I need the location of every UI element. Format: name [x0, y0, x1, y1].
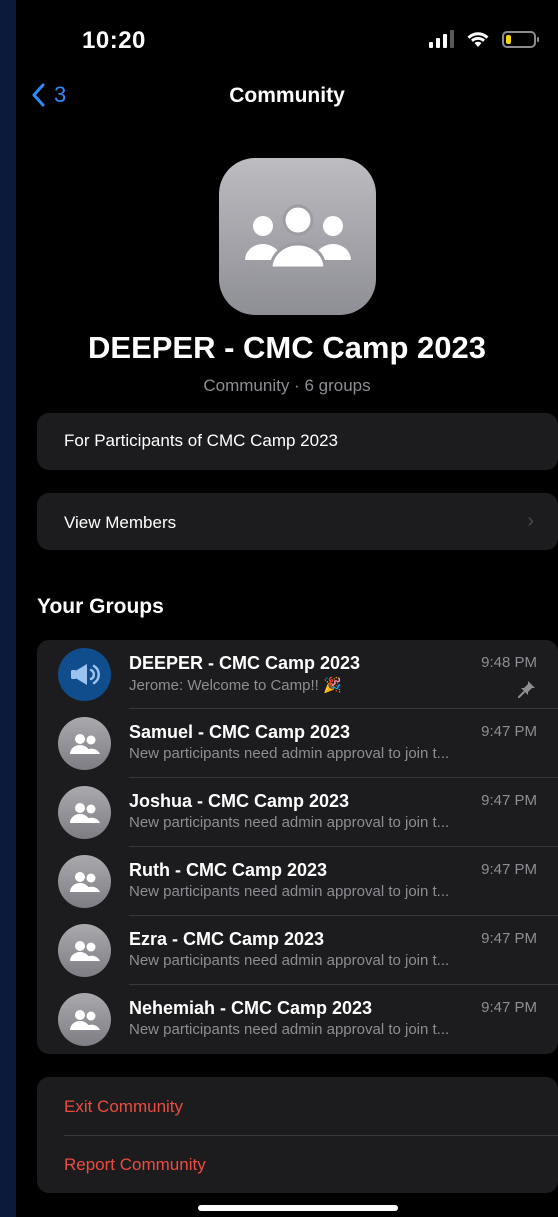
group-icon — [69, 733, 100, 754]
group-avatar — [58, 855, 111, 908]
group-row[interactable]: DEEPER - CMC Camp 2023 Jerome: Welcome t… — [37, 640, 558, 709]
group-name: Samuel - CMC Camp 2023 — [129, 722, 351, 742]
group-time: 9:47 PM — [481, 930, 537, 947]
group-name: Joshua - CMC Camp 2023 — [129, 791, 350, 811]
group-row[interactable]: Nehemiah - CMC Camp 2023 New participant… — [37, 985, 558, 1054]
group-icon — [69, 940, 100, 961]
community-avatar[interactable] — [219, 158, 376, 315]
group-last-message: New participants need admin approval to … — [129, 952, 450, 969]
status-bar: 10:20 — [16, 0, 558, 80]
community-description-card[interactable]: For Participants of CMC Camp 2023 — [37, 413, 558, 470]
page-title: Community — [229, 84, 345, 107]
group-icon — [69, 802, 100, 823]
group-name: Nehemiah - CMC Camp 2023 — [129, 998, 373, 1018]
group-last-message: New participants need admin approval to … — [129, 883, 450, 900]
group-name: Ezra - CMC Camp 2023 — [129, 929, 325, 949]
group-last-message: New participants need admin approval to … — [129, 814, 450, 831]
group-avatar — [58, 786, 111, 839]
group-time: 9:47 PM — [481, 999, 537, 1016]
group-avatar — [58, 993, 111, 1046]
megaphone-icon — [70, 663, 100, 685]
report-community-button[interactable]: Report Community — [64, 1155, 206, 1175]
group-name: DEEPER - CMC Camp 2023 — [129, 653, 361, 673]
group-row[interactable]: Ruth - CMC Camp 2023 New participants ne… — [37, 847, 558, 916]
view-members-button[interactable]: View Members › — [37, 493, 558, 550]
home-indicator[interactable] — [198, 1205, 398, 1211]
navigation-bar: 3 Community — [16, 80, 558, 116]
group-time: 9:48 PM — [481, 654, 537, 671]
community-name: DEEPER - CMC Camp 2023 — [88, 330, 486, 365]
group-icon — [244, 204, 351, 269]
group-time: 9:47 PM — [481, 792, 537, 809]
cellular-signal-icon — [429, 30, 454, 48]
group-row[interactable]: Samuel - CMC Camp 2023 New participants … — [37, 709, 558, 778]
message-sender: Jerome — [129, 677, 180, 694]
battery-icon — [502, 30, 539, 48]
phone-screen: 10:20 3 Community DEEPER - CMC Camp 2023… — [16, 0, 558, 1217]
group-icon — [69, 871, 100, 892]
group-name: Ruth - CMC Camp 2023 — [129, 860, 328, 880]
group-time: 9:47 PM — [481, 861, 537, 878]
group-icon — [69, 1009, 100, 1030]
community-actions: Exit Community Report Community — [37, 1077, 558, 1193]
status-time: 10:20 — [82, 27, 146, 54]
view-members-label: View Members — [64, 513, 177, 532]
chevron-right-icon: › — [527, 510, 534, 532]
group-last-message: New participants need admin approval to … — [129, 745, 450, 762]
message-text: : Welcome to Camp!! 🎉 — [179, 677, 342, 694]
group-row[interactable]: Joshua - CMC Camp 2023 New participants … — [37, 778, 558, 847]
group-last-message: New participants need admin approval to … — [129, 1021, 450, 1038]
status-icons — [429, 30, 539, 48]
row-divider — [64, 1135, 558, 1136]
group-avatar — [58, 648, 111, 701]
community-description: For Participants of CMC Camp 2023 — [64, 431, 338, 450]
exit-community-button[interactable]: Exit Community — [64, 1097, 183, 1117]
wifi-icon — [467, 32, 489, 47]
group-time: 9:47 PM — [481, 723, 537, 740]
your-groups-heading: Your Groups — [37, 595, 164, 618]
group-avatar — [58, 924, 111, 977]
community-subtitle: Community · 6 groups — [203, 376, 371, 395]
group-avatar — [58, 717, 111, 770]
group-last-message: Jerome: Welcome to Camp!! 🎉 — [129, 676, 509, 694]
groups-list: DEEPER - CMC Camp 2023 Jerome: Welcome t… — [37, 640, 558, 1054]
group-row[interactable]: Ezra - CMC Camp 2023 New participants ne… — [37, 916, 558, 985]
pin-icon — [518, 681, 535, 698]
